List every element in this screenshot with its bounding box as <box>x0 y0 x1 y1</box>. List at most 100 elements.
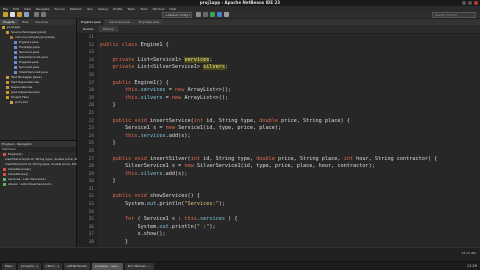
code-line: Service1 s = new Service1(id, type, pric… <box>100 125 282 132</box>
line-number: 29 <box>88 171 94 177</box>
run-icon[interactable] <box>210 12 215 17</box>
line-number: 36 <box>88 224 94 230</box>
line-number: 22 <box>88 118 94 124</box>
method-icon <box>3 173 6 176</box>
line-number-gutter: 11 12 13 14 15 16 17 18 19 20 21 22 23 24 25 26 27 28 29 30… <box>77 34 97 247</box>
folder-icon <box>6 96 9 99</box>
minimize-button[interactable] <box>462 1 466 5</box>
menu-navigate[interactable]: Navigate <box>36 7 49 11</box>
line-number: 14 <box>88 57 94 63</box>
java-file-icon <box>14 66 17 69</box>
code-line: s.show(); <box>100 231 166 238</box>
navigator-item[interactable]: silvers : List<SilverService1> <box>0 182 76 187</box>
line-number: 32 <box>88 194 94 200</box>
java-file-icon <box>14 56 17 59</box>
line-number: 30 <box>88 179 94 185</box>
tab-history[interactable]: History <box>99 26 118 32</box>
line-number: 19 <box>88 95 94 101</box>
line-number: 34 <box>88 209 94 215</box>
method-icon <box>3 153 6 156</box>
open-project-icon[interactable] <box>17 12 22 17</box>
project-tree: proj1app Source Packages [Java] com.mycomp… <box>0 25 76 105</box>
window-controls <box>462 1 478 5</box>
folder-icon <box>6 86 9 89</box>
menu-run[interactable]: Run <box>87 7 93 11</box>
editor-toolbar: Source History <box>77 25 480 34</box>
navigator-list: Engine1() insertService(int id, String ty… <box>0 152 132 187</box>
build-icon[interactable] <box>196 12 201 17</box>
projects-panel: Projects Files Services proj1app Source P… <box>0 19 77 140</box>
line-number: 21 <box>88 110 94 116</box>
menu-refactor[interactable]: Refactor <box>70 7 83 11</box>
menu-window[interactable]: Window <box>153 7 165 11</box>
field-icon <box>3 183 6 186</box>
redo-icon[interactable] <box>41 12 46 17</box>
profile-icon[interactable] <box>224 12 229 17</box>
run-config-select[interactable]: <default config> <box>162 12 192 18</box>
line-number: 12 <box>88 42 94 48</box>
java-file-icon <box>14 51 17 54</box>
taskbar-item[interactable]: proj1app - Apa... <box>91 263 123 270</box>
menu-team[interactable]: Team <box>127 7 135 11</box>
search-input[interactable]: Search (Ctrl+I) <box>432 12 476 18</box>
code-editor[interactable]: public class Engine1 { private List<Serv… <box>97 34 480 247</box>
folder-icon <box>6 31 9 34</box>
code-line: SilverService1 s = new SilverService1(id… <box>100 163 375 170</box>
debug-icon[interactable] <box>217 12 222 17</box>
taskbar: 43:24 INS Menu [Graphic...] [Term...] LeftT… <box>0 247 480 270</box>
new-file-icon[interactable] <box>10 12 15 17</box>
undo-icon[interactable] <box>34 12 39 17</box>
line-number: 20 <box>88 103 94 109</box>
taskbar-item[interactable]: LeftTerminal1 <box>63 263 90 270</box>
taskbar-item[interactable]: Menu <box>2 263 17 270</box>
code-line: public void insertSilver(int id, String … <box>112 155 438 162</box>
new-project-icon[interactable] <box>3 12 8 17</box>
taskbar-item[interactable]: [Graphic...] <box>18 263 42 270</box>
menu-help[interactable]: Help <box>169 7 176 11</box>
line-number: 25 <box>88 141 94 147</box>
code-line: public class Engine1 { <box>100 41 169 48</box>
line-number: 37 <box>88 232 94 238</box>
menu-edit[interactable]: Edit <box>13 7 19 11</box>
tab-files[interactable]: Files <box>19 19 32 25</box>
line-number: 11 <box>88 35 94 40</box>
code-line: public void insertService(int id, String… <box>112 117 350 124</box>
menu-view[interactable]: View <box>24 7 31 11</box>
line-number: 23 <box>88 126 94 132</box>
clean-build-icon[interactable] <box>203 12 208 17</box>
java-file-icon <box>14 41 17 44</box>
maximize-button[interactable] <box>468 1 472 5</box>
line-number: 17 <box>88 80 94 86</box>
code-line: public void showServices() { <box>112 193 200 200</box>
package-icon <box>10 36 13 39</box>
code-line: } <box>100 102 116 109</box>
menu-profile[interactable]: Profile <box>113 7 122 11</box>
menu-source[interactable]: Source <box>54 7 64 11</box>
navigator-panel: Engine1 - Navigator Members Engine1() ins… <box>0 140 132 247</box>
taskbar-item[interactable]: [Term...] <box>43 263 62 270</box>
clock: 12:29 <box>466 264 477 268</box>
menu-debug[interactable]: Debug <box>98 7 108 11</box>
line-number: 38 <box>88 240 94 246</box>
code-line: this.services = new ArrayList<>(); <box>125 87 232 94</box>
close-button[interactable] <box>474 1 478 5</box>
main-toolbar: <default config> Search (Ctrl+I) <box>0 11 480 19</box>
save-all-icon[interactable] <box>24 12 29 17</box>
code-line: for ( Service1 s : this.services ) { <box>125 216 238 223</box>
project-icon <box>2 26 5 29</box>
taskbar-item[interactable]: Doc Manuel - ... <box>124 263 155 270</box>
code-line: } <box>100 178 116 185</box>
menu-file[interactable]: File <box>3 7 8 11</box>
tree-item[interactable]: pom.xml <box>0 100 76 105</box>
code-line: private List<Service1> services; <box>112 56 213 63</box>
menu-tools[interactable]: Tools <box>140 7 147 11</box>
task-list: Menu [Graphic...] [Term...] LeftTerminal1 pr… <box>0 262 480 270</box>
line-number: 16 <box>88 72 94 78</box>
tab-source[interactable]: Source <box>79 26 98 32</box>
tab-services[interactable]: Services <box>32 19 51 25</box>
java-file-icon <box>14 71 17 74</box>
